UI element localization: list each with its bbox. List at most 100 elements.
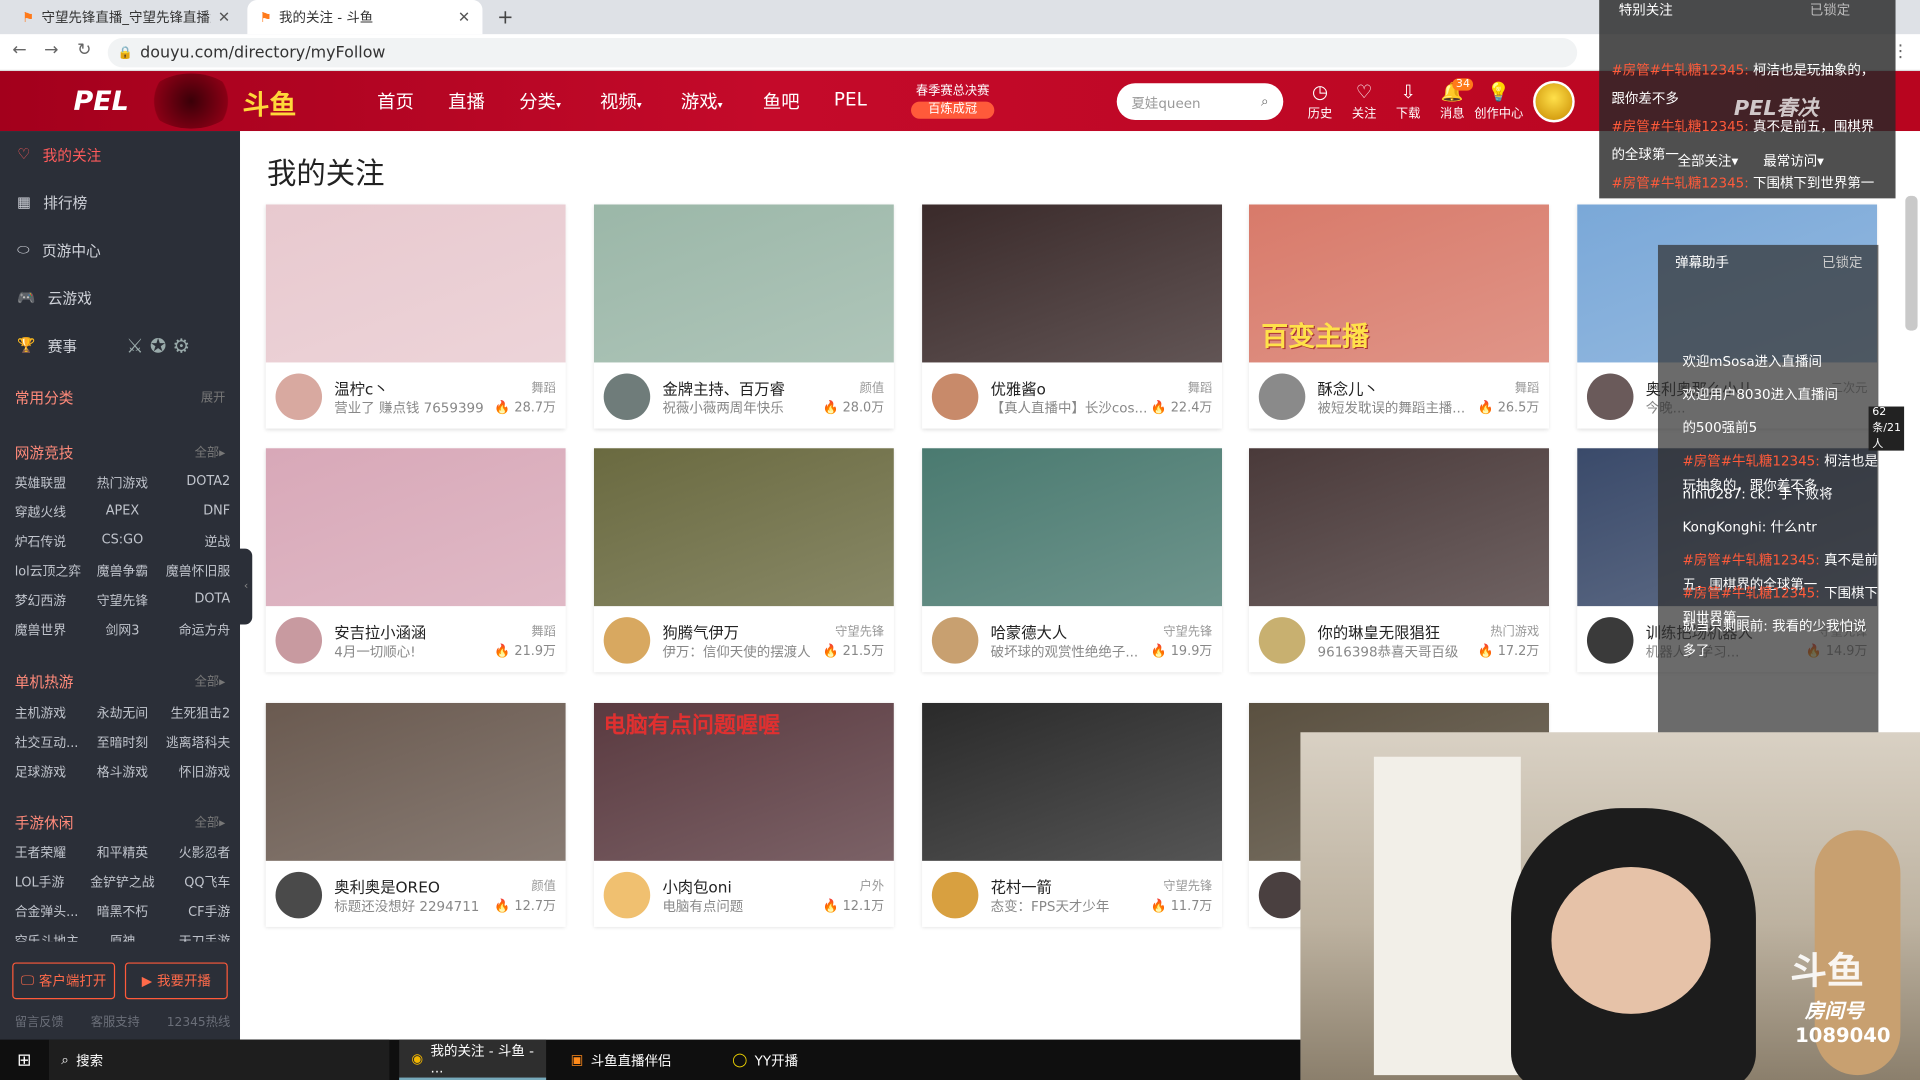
streamer-name[interactable]: 酥念儿丶 [1318,376,1489,399]
stream-card[interactable]: 优雅酱o 舞蹈 【真人直播中】长沙cos... 🔥 22.4万 [922,204,1223,429]
forward-icon[interactable]: → [44,40,58,60]
streamer-name[interactable]: 小肉包oni [662,874,833,897]
stream-thumbnail[interactable] [922,204,1223,363]
category-link[interactable]: 王者荣耀 [15,844,87,862]
taskbar-search[interactable]: ⌕ 搜索 [48,1039,390,1080]
streamer-avatar[interactable] [603,617,651,664]
category-link[interactable]: 格斗游戏 [87,763,159,781]
category-link[interactable]: 热门游戏 [87,474,159,492]
stream-card[interactable]: 电脑有点问题喔喔 小肉包oni 户外 电脑有点问题 🔥 12.1万 [593,702,894,927]
sidebar-collapse-handle[interactable]: ‹ [240,548,253,625]
category-link[interactable]: 合金弹头... [15,902,87,920]
streamer-name[interactable]: 狗腾气伊万 [662,620,833,643]
windows-start-button[interactable]: ⊞ [5,1040,31,1080]
streamer-name[interactable]: 安吉拉小涵涵 [334,620,505,643]
category-link[interactable]: 至暗时刻 [87,733,159,751]
support-link[interactable]: 客服支持 [91,1011,140,1029]
chat-user[interactable]: 就当只剩眼前: [1682,618,1767,634]
category-link[interactable]: 穿越火线 [15,503,87,521]
stream-thumbnail[interactable] [922,702,1223,861]
stream-card[interactable]: 哈蒙德大人 守望先锋 破坏球的观赏性绝绝子... 🔥 19.9万 [922,448,1223,673]
category-link[interactable]: 怀旧游戏 [158,763,230,781]
stream-thumbnail[interactable] [593,448,894,607]
category-link[interactable]: 命运方舟 [158,621,230,639]
hotline-link[interactable]: 12345热线 [167,1011,230,1029]
group-all-link[interactable]: 全部▸ [195,442,226,463]
stream-thumbnail[interactable] [265,448,566,607]
browser-tab-active[interactable]: ⚑ 我的关注 - 斗鱼 ✕ [247,0,483,35]
client-open-button[interactable]: 🖵 客户端打开 [12,962,116,1000]
category-link[interactable]: 逃离塔科夫 [158,733,230,751]
search-input[interactable]: 夏娃queen ⌕ [1116,83,1284,121]
nav-home[interactable]: 首页 [377,88,414,114]
douyu-logo[interactable]: 斗鱼 [242,83,296,122]
category-link[interactable]: 炉石传说 [15,533,87,551]
streamer-avatar[interactable] [931,373,979,421]
streamer-name[interactable]: 金牌主持、百万睿 [662,376,833,399]
nav-game[interactable]: 游戏▾ [681,88,723,114]
pel-logo[interactable]: PEL [73,87,128,118]
browser-tab[interactable]: ⚑ 守望先锋直播_守望先锋直播解说 ✕ [10,0,243,34]
category-link[interactable]: 空乐斗地主 [15,932,87,941]
url-field[interactable]: 🔒 douyu.com/directory/myFollow [107,37,1578,68]
creator-button[interactable]: 💡 创作中心 [1474,81,1523,121]
category-link[interactable]: APEX [87,503,159,521]
streamer-avatar[interactable] [931,617,979,664]
stream-card[interactable]: 金牌主持、百万睿 颜值 祝薇小薇两周年快乐 🔥 28.0万 [593,204,894,429]
category-link[interactable]: 原神 [87,932,159,941]
stream-card[interactable]: 奥利奥是OREO 颜值 标题还没想好 2294711 🔥 12.7万 [265,702,566,927]
streamer-name[interactable]: 优雅酱o [991,376,1162,399]
history-button[interactable]: ◷ 历史 [1300,81,1339,121]
stream-thumbnail[interactable]: 百变主播 [1248,204,1549,363]
event-logo-icon[interactable]: ⚔ ✪ ⚙ [126,334,190,357]
chat-user[interactable]: nini0287: [1682,486,1745,502]
overlay-filter-all[interactable]: 全部关注▾ [1678,151,1739,171]
streamer-name[interactable]: 温柠c丶 [334,376,505,399]
stream-card[interactable]: 狗腾气伊万 守望先锋 伊万：信仰天使的摆渡人 🔥 21.5万 [593,448,894,673]
nav-pel[interactable]: PEL [834,88,867,110]
group-all-link[interactable]: 全部▸ [195,671,226,692]
category-link[interactable]: 魔兽争霸 [87,562,159,580]
avatar[interactable] [1533,80,1575,123]
start-stream-button[interactable]: ▶ 我要开播 [124,962,228,1000]
category-link[interactable]: 魔兽世界 [15,621,87,639]
taskbar-app-chrome[interactable]: ◉ 我的关注 - 斗鱼 - ... [399,1039,547,1080]
download-button[interactable]: ⇩ 下载 [1389,81,1428,121]
stream-thumbnail[interactable] [922,448,1223,607]
close-icon[interactable]: ✕ [218,9,230,26]
category-link[interactable]: QQ飞车 [158,873,230,891]
category-link[interactable]: 逆战 [158,533,230,551]
category-link[interactable]: LOL手游 [15,873,87,891]
category-link[interactable]: DNF [158,503,230,521]
category-link[interactable]: 梦幻西游 [15,591,87,609]
streamer-name[interactable]: 奥利奥是OREO [334,874,505,897]
chat-user[interactable]: #房管#牛轧糖12345: [1682,552,1819,568]
page-scrollbar[interactable] [1905,195,1918,331]
streamer-avatar[interactable] [1586,373,1634,421]
streamer-avatar[interactable] [1258,373,1306,421]
stream-card[interactable]: 花村一箭 守望先锋 态变：FPS天才少年 🔥 11.7万 [922,702,1223,927]
category-link[interactable]: 剑网3 [87,621,159,639]
category-link[interactable]: 足球游戏 [15,763,87,781]
new-tab-icon[interactable]: + [497,5,513,28]
streamer-avatar[interactable] [1586,617,1634,664]
category-link[interactable]: 主机游戏 [15,704,87,722]
stream-card[interactable]: 安吉拉小涵涵 舞蹈 4月一切顺心! 🔥 21.9万 [265,448,566,673]
taskbar-app-douyu[interactable]: ▣ 斗鱼直播伴侣 [558,1040,710,1080]
stream-thumbnail[interactable] [1248,448,1549,607]
nav-category[interactable]: 分类▾ [519,88,561,114]
streamer-avatar[interactable] [1258,871,1306,919]
search-icon[interactable]: ⌕ [1261,93,1269,110]
follow-button[interactable]: ♡ 关注 [1345,81,1384,121]
category-link[interactable]: 火影忍者 [158,844,230,862]
close-icon[interactable]: ✕ [458,9,470,26]
nav-video[interactable]: 视频▾ [600,88,642,114]
reload-icon[interactable]: ↻ [77,40,91,60]
nav-live[interactable]: 直播 [448,88,485,114]
stream-thumbnail[interactable] [265,702,566,861]
streamer-name[interactable]: 花村一箭 [991,874,1162,897]
category-link[interactable]: CF手游 [158,902,230,920]
group-all-link[interactable]: 全部▸ [195,812,226,833]
back-icon[interactable]: ← [12,40,26,60]
category-link[interactable]: lol云顶之弈 [15,562,87,580]
